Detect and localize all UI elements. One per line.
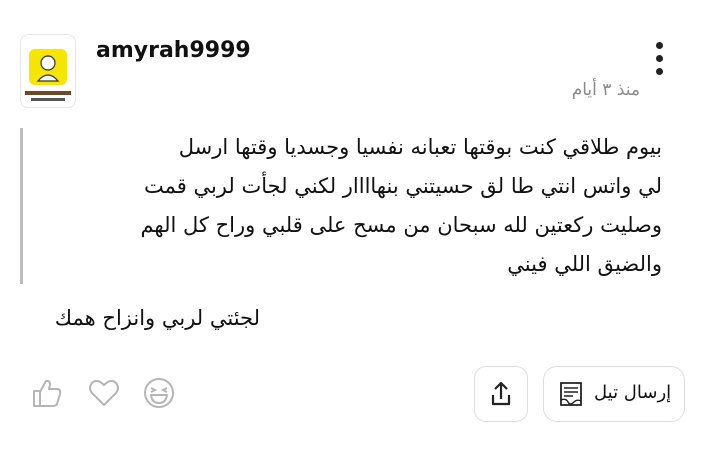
post-timestamp: منذ ٣ أيام <box>571 80 640 100</box>
author-username[interactable]: amyrah9999 <box>96 38 251 63</box>
tip-note-icon <box>560 382 582 406</box>
heart-icon[interactable] <box>87 376 121 410</box>
quote-line: بيوم طلاقي كنت بوقتها تعبانه نفسيا وجسدي… <box>178 135 662 159</box>
quote-line: لي واتس انتي طا لق حسيتني بنهاااار لكني … <box>143 174 662 198</box>
quote-line: وصليت ركعتين لله سبحان من مسح على قلبي و… <box>140 213 662 237</box>
reply-text: لجئتي لربي وانزاح همك <box>54 306 260 330</box>
thumbs-up-icon[interactable] <box>30 376 64 410</box>
quoted-post: بيوم طلاقي كنت بوقتها تعبانه نفسيا وجسدي… <box>40 128 662 284</box>
quote-line: والضيق اللي فيني <box>507 252 662 276</box>
quote-bar <box>20 128 23 284</box>
avatar-image <box>21 35 75 107</box>
laughing-face-icon[interactable] <box>142 376 176 410</box>
author-avatar[interactable] <box>20 34 76 108</box>
share-icon <box>491 381 511 406</box>
more-options-icon[interactable] <box>648 40 672 78</box>
send-tip-label: إرسال تيل <box>594 382 672 403</box>
send-tip-button[interactable]: إرسال تيل <box>543 366 685 422</box>
share-button[interactable] <box>474 366 528 422</box>
